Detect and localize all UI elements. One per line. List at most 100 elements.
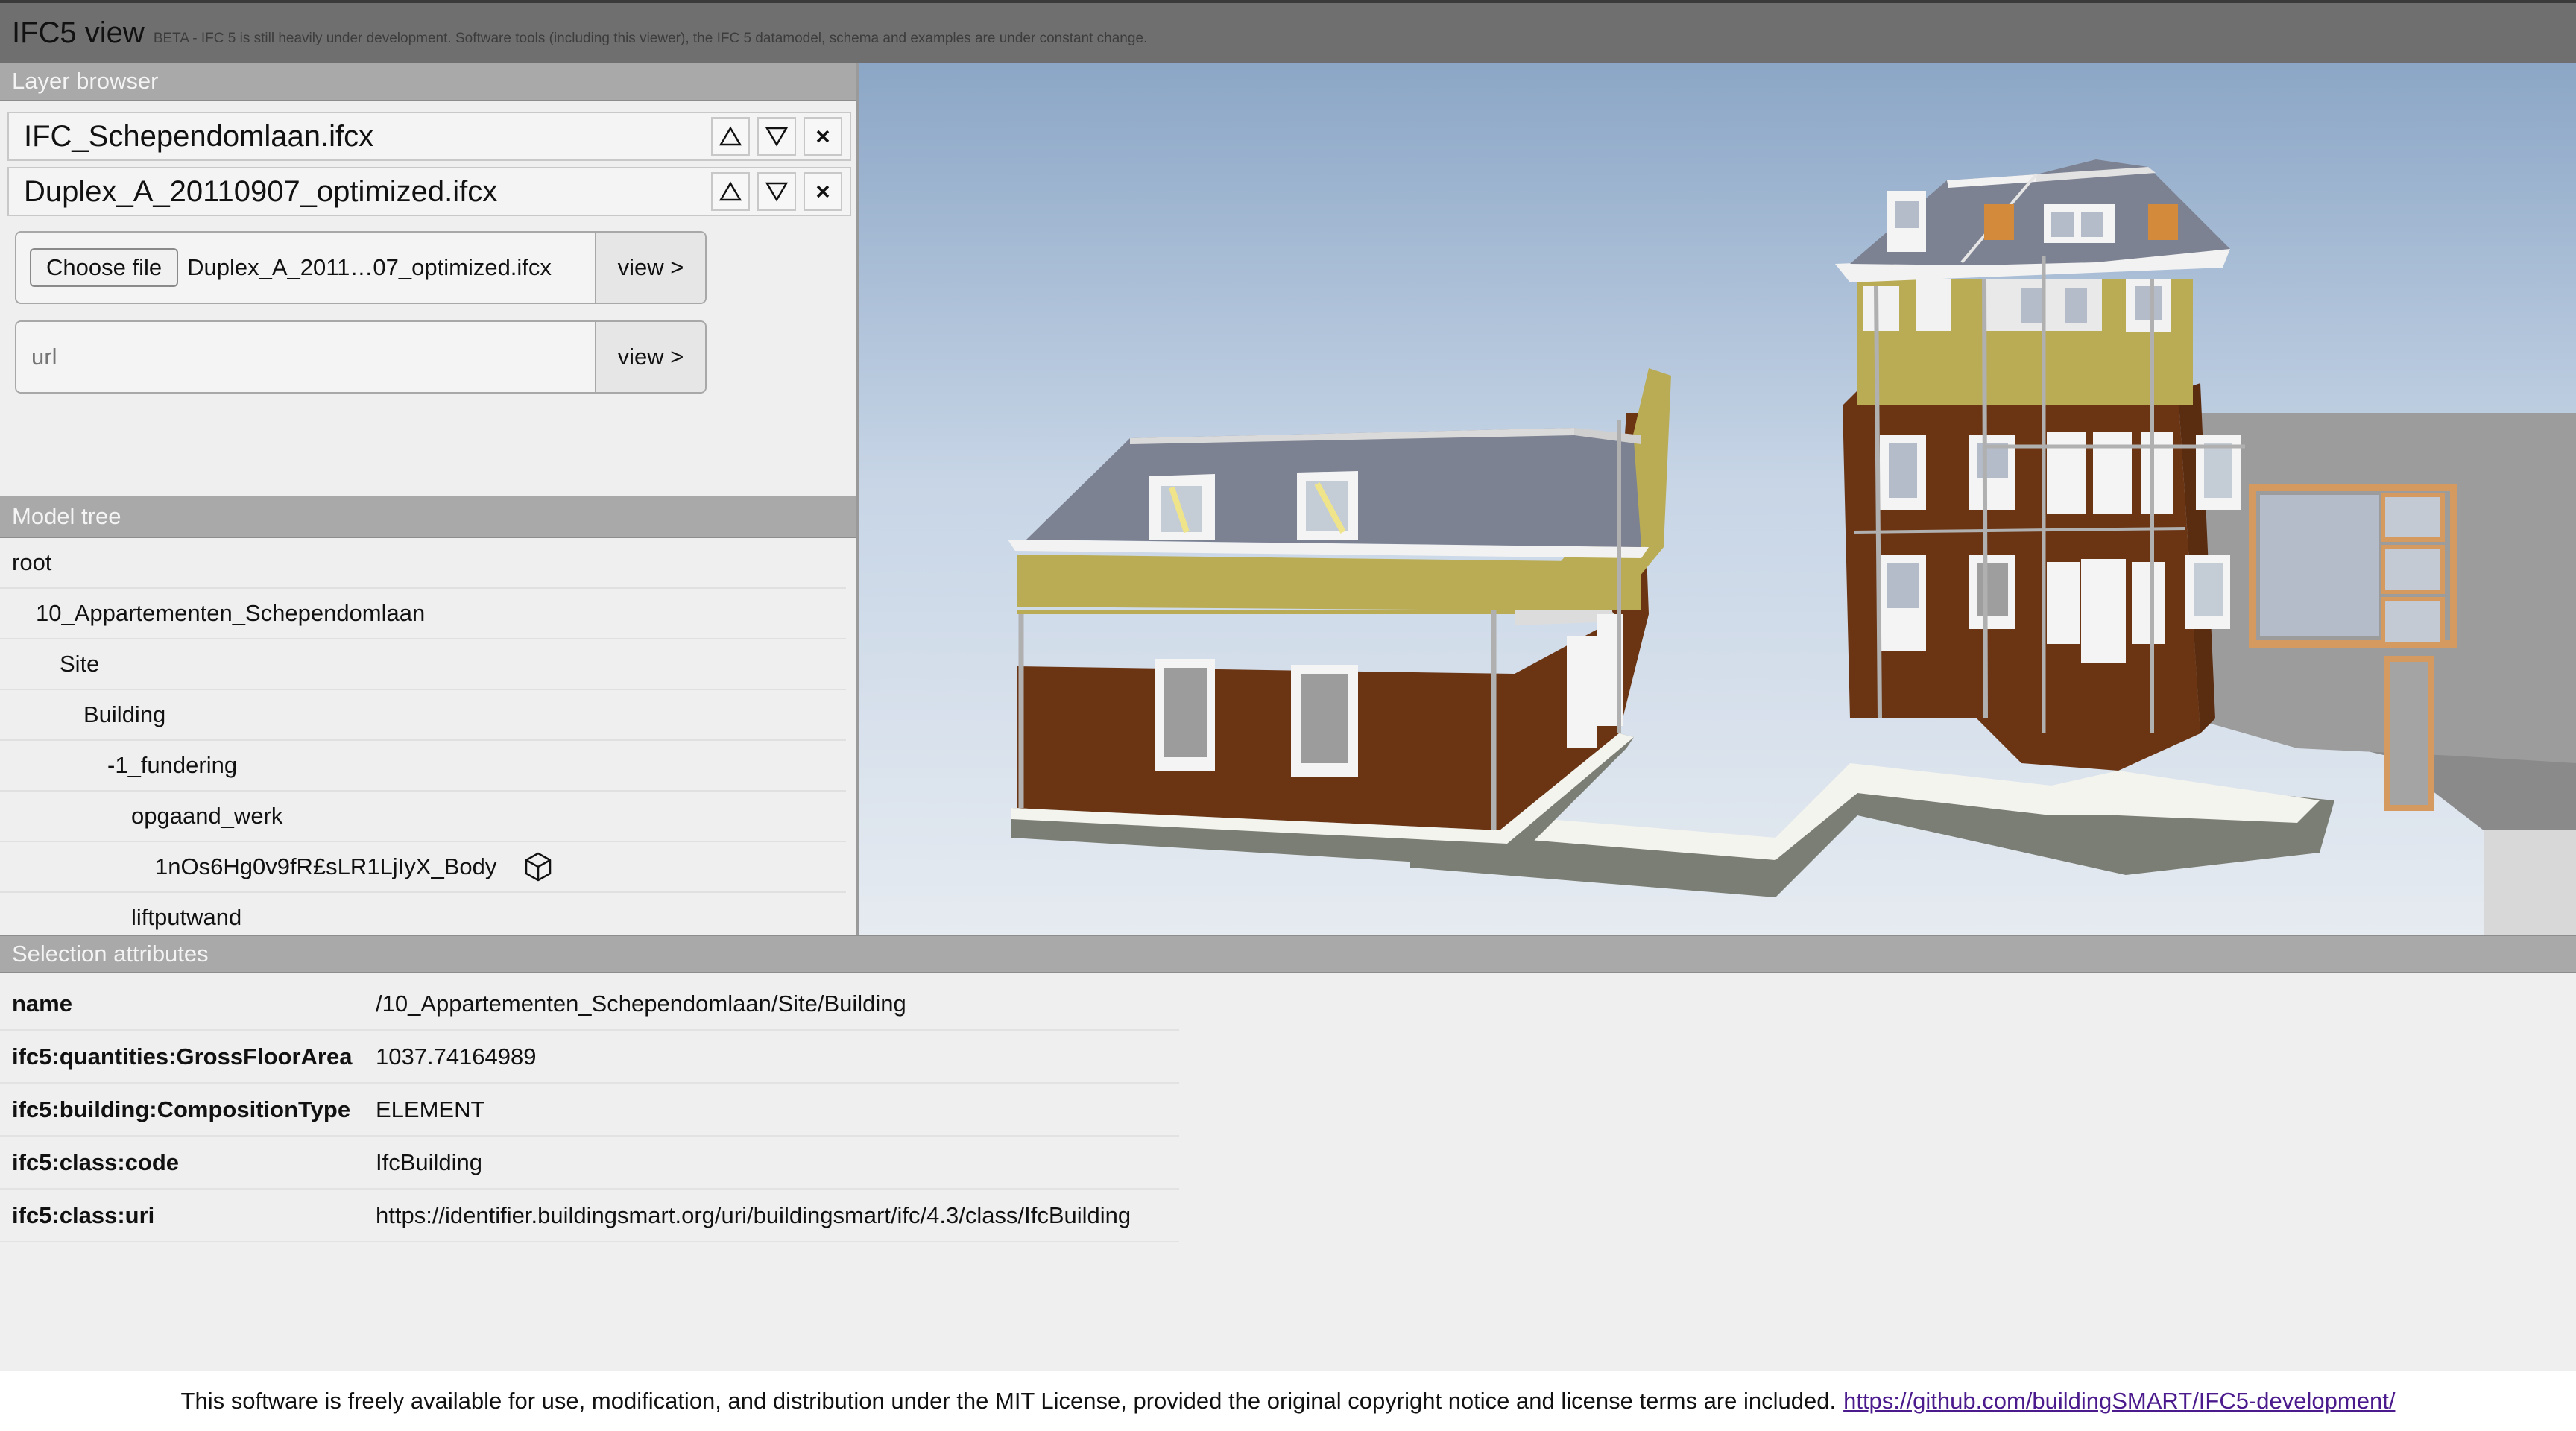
url-loader: view > <box>15 320 707 394</box>
attribute-row: ifc5:quantities:GrossFloorArea 1037.7416… <box>0 1031 1179 1084</box>
window-glass <box>2194 563 2223 616</box>
tree-node-label: 1nOs6Hg0v9fR£sLR1LjIyX_Body <box>155 853 497 879</box>
attribute-key: ifc5:class:code <box>12 1149 179 1175</box>
3d-viewport[interactable] <box>859 63 2576 935</box>
neighbour-ground <box>2484 830 2576 935</box>
layer-item[interactable]: Duplex_A_20110907_optimized.ifcx <box>7 167 851 216</box>
attic-window-glass <box>2021 288 2044 323</box>
neighbour-window-small <box>2381 493 2445 542</box>
remove-layer-button[interactable] <box>804 117 842 156</box>
selection-attributes-heading: Selection attributes <box>0 935 2576 973</box>
close-icon <box>816 130 830 143</box>
tree-node-label: Building <box>83 701 166 727</box>
tree-node-label: root <box>12 549 52 575</box>
tree-node[interactable]: 1nOs6Hg0v9fR£sLR1LjIyX_Body <box>0 842 846 893</box>
layer-item[interactable]: IFC_Schependomlaan.ifcx <box>7 112 851 161</box>
front-door <box>2081 559 2126 663</box>
layer-name: IFC_Schependomlaan.ifcx <box>24 119 374 153</box>
tree-node[interactable]: 10_Appartementen_Schependomlaan <box>0 589 846 639</box>
attribute-row: ifc5:class:uri https://identifier.buildi… <box>0 1190 1179 1242</box>
tree-node[interactable]: liftputwand <box>0 893 846 935</box>
window-glass <box>1301 674 1348 763</box>
remove-layer-button[interactable] <box>804 172 842 211</box>
triangle-down-icon <box>765 182 789 202</box>
layer-name: Duplex_A_20110907_optimized.ifcx <box>24 174 498 208</box>
move-layer-up-button[interactable] <box>711 172 750 211</box>
window-glass <box>1887 563 1919 608</box>
window-glass <box>1977 563 2008 616</box>
attribute-key: ifc5:class:uri <box>12 1201 155 1228</box>
tree-node[interactable]: Site <box>0 639 846 690</box>
tree-node-label: opgaand_werk <box>131 803 283 829</box>
left-panel: Layer browser IFC_Schependomlaan.ifcx Du… <box>0 63 859 935</box>
neighbour-window-small <box>2381 545 2445 594</box>
move-layer-up-button[interactable] <box>711 117 750 156</box>
triangle-up-icon <box>719 181 742 201</box>
move-layer-down-button[interactable] <box>757 117 796 156</box>
dormer-glass <box>2051 212 2074 237</box>
layer-browser: Layer browser IFC_Schependomlaan.ifcx Du… <box>0 63 856 496</box>
cube-icon[interactable] <box>522 850 555 883</box>
attribute-value: IfcBuilding <box>376 1149 483 1175</box>
window-glass <box>2204 443 2232 498</box>
model-tree: Model tree root 10_Appartementen_Schepen… <box>0 496 856 935</box>
license-text: This software is freely available for us… <box>180 1388 1837 1414</box>
dormer-glass <box>1895 201 1919 228</box>
tree-node[interactable]: Building <box>0 690 846 741</box>
window-glass <box>1164 668 1208 757</box>
attic-window-glass <box>2065 288 2087 323</box>
attribute-row: name /10_Appartementen_Schependomlaan/Si… <box>0 978 1179 1031</box>
wing-attic-band-front <box>1017 555 1641 610</box>
attribute-key: ifc5:quantities:GrossFloorArea <box>12 1043 353 1070</box>
move-layer-down-button[interactable] <box>757 172 796 211</box>
neighbour-door <box>2384 656 2434 811</box>
column <box>1982 278 1988 719</box>
tree-node[interactable]: opgaand_werk <box>0 792 846 842</box>
github-link[interactable]: https://github.com/buildingSMART/IFC5-de… <box>1843 1388 2395 1415</box>
window <box>2047 562 2080 644</box>
choose-file-button[interactable]: Choose file <box>30 248 179 287</box>
attribute-row: ifc5:building:CompositionType ELEMENT <box>0 1084 1179 1137</box>
attribute-key: ifc5:building:CompositionType <box>12 1096 351 1122</box>
triangle-down-icon <box>765 127 789 147</box>
triangle-up-icon <box>719 126 742 146</box>
attribute-value: ELEMENT <box>376 1096 485 1122</box>
tree-node[interactable]: -1_fundering <box>0 741 846 792</box>
dormer-glass <box>2081 212 2103 237</box>
tree-node-label: Site <box>60 651 100 677</box>
tree-node-label: liftputwand <box>131 904 242 930</box>
attic-window <box>1916 279 1951 331</box>
tree-node[interactable]: root <box>0 538 846 589</box>
app-title: IFC5 view <box>12 16 145 49</box>
tree-node-label: 10_Appartementen_Schependomlaan <box>36 600 426 626</box>
attribute-key: name <box>12 990 72 1017</box>
selection-attributes-panel: Selection attributes name /10_Appartemen… <box>0 935 2576 1371</box>
attic-window <box>1863 286 1899 331</box>
neighbour-window-glass <box>2260 495 2379 636</box>
selected-file-name: Duplex_A_2011…07_optimized.ifcx <box>187 254 552 280</box>
layer-browser-heading: Layer browser <box>0 63 856 101</box>
attic-window-glass <box>2135 286 2162 320</box>
attribute-value: https://identifier.buildingsmart.org/uri… <box>376 1201 1131 1228</box>
attribute-value: 1037.74164989 <box>376 1043 537 1070</box>
license-footer: This software is freely available for us… <box>0 1371 2576 1431</box>
attributes-table: name /10_Appartementen_Schependomlaan/Si… <box>0 978 1179 1242</box>
dormer-window <box>1984 204 2014 240</box>
attribute-value: /10_Appartementen_Schependomlaan/Site/Bu… <box>376 990 906 1017</box>
file-loader: Choose file Duplex_A_2011…07_optimized.i… <box>15 231 707 304</box>
view-url-button[interactable]: view > <box>595 322 705 392</box>
close-icon <box>816 185 830 198</box>
window <box>1567 636 1597 748</box>
model-tree-heading: Model tree <box>0 496 856 538</box>
dormer-window <box>2148 204 2178 240</box>
tree-node-label: -1_fundering <box>107 752 238 778</box>
view-file-button[interactable]: view > <box>595 233 705 303</box>
neighbour-window-small <box>2381 597 2445 646</box>
window <box>2132 562 2165 644</box>
building-model-render[interactable] <box>859 63 2576 935</box>
app-header: IFC5 view BETA - IFC 5 is still heavily … <box>0 0 2576 63</box>
url-input[interactable] <box>16 322 595 392</box>
attribute-row: ifc5:class:code IfcBuilding <box>0 1137 1179 1190</box>
window-glass <box>1889 443 1917 498</box>
beta-notice: BETA - IFC 5 is still heavily under deve… <box>153 31 1148 46</box>
